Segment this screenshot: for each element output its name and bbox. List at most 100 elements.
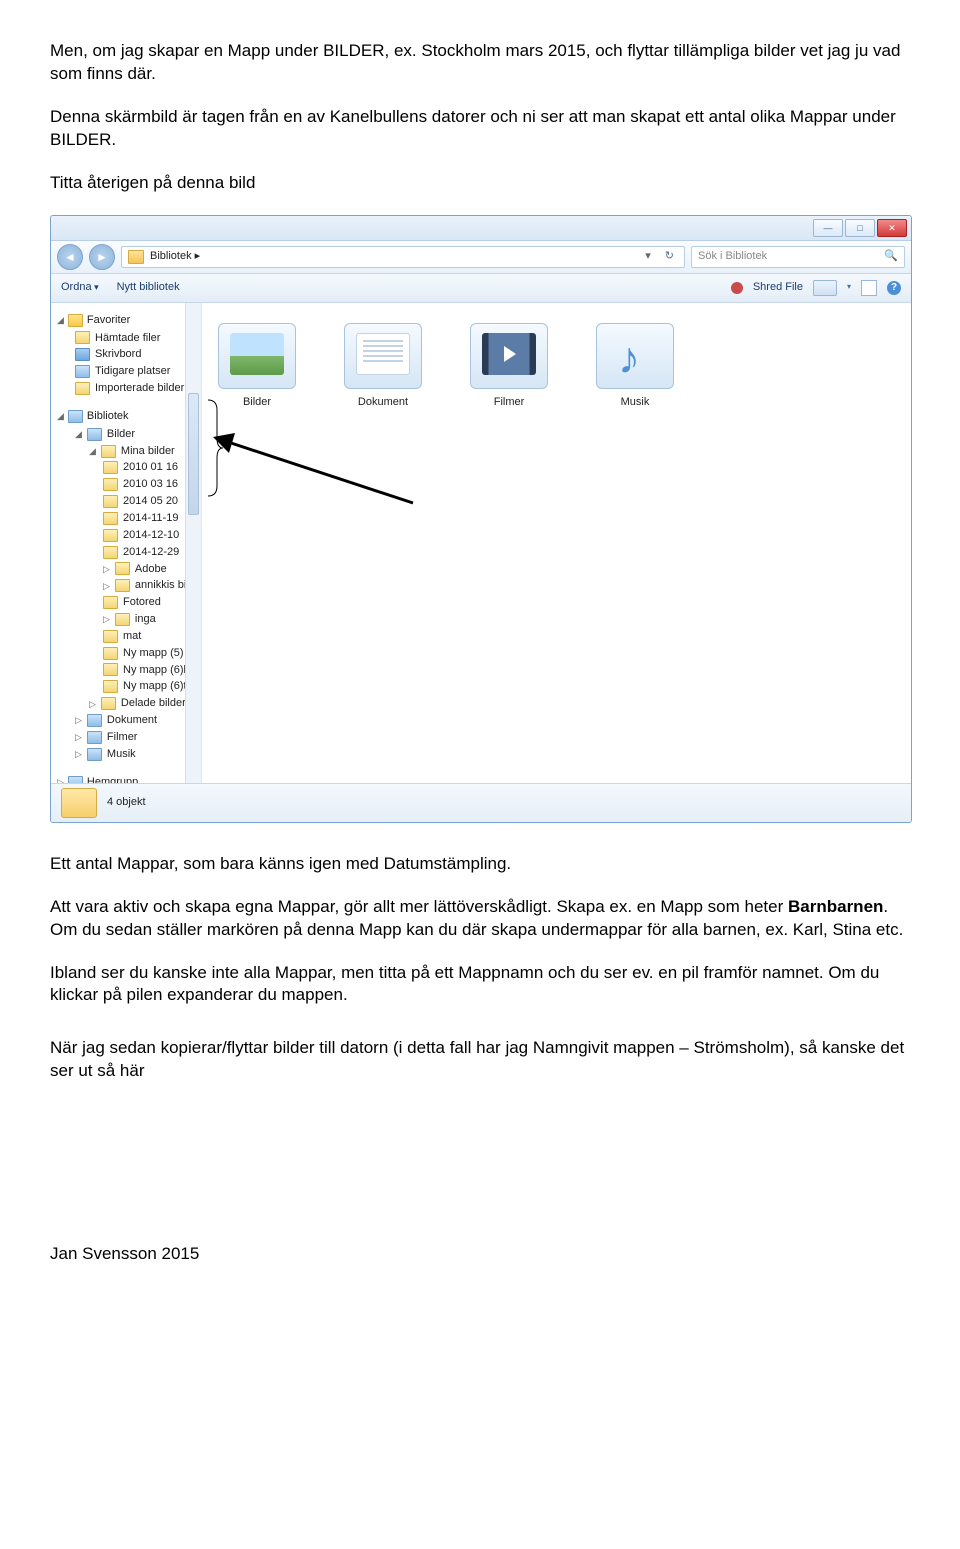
- folder-icon: [103, 495, 118, 508]
- documents-library-icon: [344, 323, 422, 389]
- sidebar-item[interactable]: Ny mapp (6)träd: [57, 678, 197, 695]
- sidebar-item[interactable]: 2014 05 20: [57, 493, 197, 510]
- sidebar-item[interactable]: Importerade bilder och: [57, 380, 197, 397]
- paragraph-5: Ibland ser du kanske inte alla Mappar, m…: [50, 962, 910, 1008]
- chevron-right-icon: ▷: [75, 731, 82, 743]
- search-placeholder: Sök i Bibliotek: [698, 249, 767, 264]
- folder-icon: [61, 788, 97, 818]
- address-bar[interactable]: Bibliotek ▸ ▾ ↻: [121, 246, 685, 268]
- sidebar-scrollbar[interactable]: [185, 303, 201, 783]
- forward-button[interactable]: ►: [89, 244, 115, 270]
- sidebar-item[interactable]: 2014-11-19: [57, 510, 197, 527]
- folder-icon: [101, 445, 116, 458]
- close-button[interactable]: ✕: [877, 219, 907, 237]
- sidebar-item-mina-bilder[interactable]: ◢Mina bilder: [57, 443, 197, 460]
- library-dokument[interactable]: Dokument: [338, 323, 428, 410]
- nav-bar: ◄ ► Bibliotek ▸ ▾ ↻ Sök i Bibliotek 🔍: [51, 241, 911, 274]
- organize-menu[interactable]: Ordna: [61, 280, 99, 295]
- view-dropdown-icon[interactable]: ▾: [847, 282, 851, 293]
- library-label: Bilder: [212, 395, 302, 410]
- folder-icon: [103, 663, 118, 676]
- folder-icon: [103, 478, 118, 491]
- homegroup-icon: [68, 776, 83, 783]
- library-filmer[interactable]: Filmer: [464, 323, 554, 410]
- sidebar-item[interactable]: ▷annikkis bilder: [57, 577, 197, 594]
- folder-icon: [103, 596, 118, 609]
- library-icon: [68, 410, 83, 423]
- folder-icon: [103, 529, 118, 542]
- library-label: Musik: [590, 395, 680, 410]
- folder-icon: [75, 331, 90, 344]
- sidebar-item[interactable]: mat: [57, 628, 197, 645]
- folder-icon: [103, 680, 118, 693]
- favorites-header[interactable]: ◢Favoriter: [57, 313, 197, 328]
- preview-pane-icon[interactable]: [861, 280, 877, 296]
- library-label: Filmer: [464, 395, 554, 410]
- shred-file-button[interactable]: Shred File: [753, 280, 803, 295]
- sidebar-item-bilder[interactable]: ◢Bilder: [57, 426, 197, 443]
- folder-icon: [115, 579, 130, 592]
- sidebar-item[interactable]: ▷inga: [57, 611, 197, 628]
- address-dropdown-icon[interactable]: ▾: [641, 249, 655, 264]
- videos-library-icon: [470, 323, 548, 389]
- sidebar-item[interactable]: ▷Dokument: [57, 712, 197, 729]
- maximize-button[interactable]: □: [845, 219, 875, 237]
- paragraph-1b: Denna skärmbild är tagen från en av Kane…: [50, 106, 910, 152]
- music-icon: [87, 748, 102, 761]
- sidebar-item[interactable]: Fotored: [57, 594, 197, 611]
- explorer-body: ◢Favoriter Hämtade filer Skrivbord Tidig…: [51, 303, 911, 783]
- sidebar-item[interactable]: ▷Adobe: [57, 561, 197, 578]
- sidebar-item[interactable]: 2010 03 16: [57, 476, 197, 493]
- folder-icon: [101, 697, 116, 710]
- libraries-header[interactable]: ◢Bibliotek: [57, 409, 197, 424]
- paragraph-6: När jag sedan kopierar/flyttar bilder ti…: [50, 1037, 910, 1083]
- folder-icon: [128, 250, 144, 264]
- chevron-right-icon: ▷: [75, 714, 82, 726]
- paragraph-2: Titta återigen på denna bild: [50, 172, 910, 195]
- sidebar-item[interactable]: Hämtade filer: [57, 330, 197, 347]
- library-musik[interactable]: Musik: [590, 323, 680, 410]
- view-menu-icon[interactable]: [813, 280, 837, 296]
- desktop-icon: [75, 348, 90, 361]
- minimize-button[interactable]: —: [813, 219, 843, 237]
- sidebar-item[interactable]: Ny mapp (6)bilar: [57, 662, 197, 679]
- sidebar-item[interactable]: ▷Filmer: [57, 729, 197, 746]
- folder-icon: [103, 512, 118, 525]
- bold-text: Barnbarnen: [788, 897, 883, 916]
- explorer-screenshot: — □ ✕ ◄ ► Bibliotek ▸ ▾ ↻ Sök i Bibliote…: [50, 215, 912, 823]
- folder-icon: [103, 630, 118, 643]
- sidebar-item[interactable]: ▷Musik: [57, 746, 197, 763]
- documents-icon: [87, 714, 102, 727]
- star-icon: [68, 314, 83, 327]
- sidebar-item[interactable]: ▷Delade bilder: [57, 695, 197, 712]
- folder-icon: [75, 382, 90, 395]
- sidebar-item[interactable]: 2010 01 16: [57, 459, 197, 476]
- homegroup-header[interactable]: ▷Hemgrupp: [57, 775, 197, 783]
- sidebar-item[interactable]: 2014-12-10: [57, 527, 197, 544]
- window-titlebar: — □ ✕: [51, 216, 911, 241]
- library-label: Dokument: [338, 395, 428, 410]
- scrollbar-thumb[interactable]: [188, 393, 199, 515]
- folder-icon: [103, 461, 118, 474]
- main-pane: Bilder Dokument Filmer Musik: [202, 303, 911, 783]
- back-button[interactable]: ◄: [57, 244, 83, 270]
- search-icon: 🔍: [884, 249, 898, 264]
- address-text: Bibliotek ▸: [150, 249, 200, 264]
- paragraph-3: Ett antal Mappar, som bara känns igen me…: [50, 853, 910, 876]
- pictures-icon: [87, 428, 102, 441]
- sidebar-item[interactable]: Ny mapp (5): [57, 645, 197, 662]
- status-text: 4 objekt: [107, 795, 146, 810]
- help-icon[interactable]: ?: [887, 281, 901, 295]
- paragraph-4: Att vara aktiv och skapa egna Mappar, gö…: [50, 896, 910, 942]
- search-input[interactable]: Sök i Bibliotek 🔍: [691, 246, 905, 268]
- chevron-right-icon: ▷: [103, 580, 110, 592]
- chevron-right-icon: ▷: [57, 776, 64, 783]
- chevron-down-icon: ◢: [57, 410, 64, 422]
- sidebar-item[interactable]: Skrivbord: [57, 346, 197, 363]
- sidebar-item[interactable]: 2014-12-29: [57, 544, 197, 561]
- sidebar-item[interactable]: Tidigare platser: [57, 363, 197, 380]
- toolbar: Ordna Nytt bibliotek Shred File ▾ ?: [51, 274, 911, 303]
- new-library-button[interactable]: Nytt bibliotek: [117, 280, 180, 295]
- library-bilder[interactable]: Bilder: [212, 323, 302, 410]
- refresh-icon[interactable]: ↻: [661, 249, 678, 264]
